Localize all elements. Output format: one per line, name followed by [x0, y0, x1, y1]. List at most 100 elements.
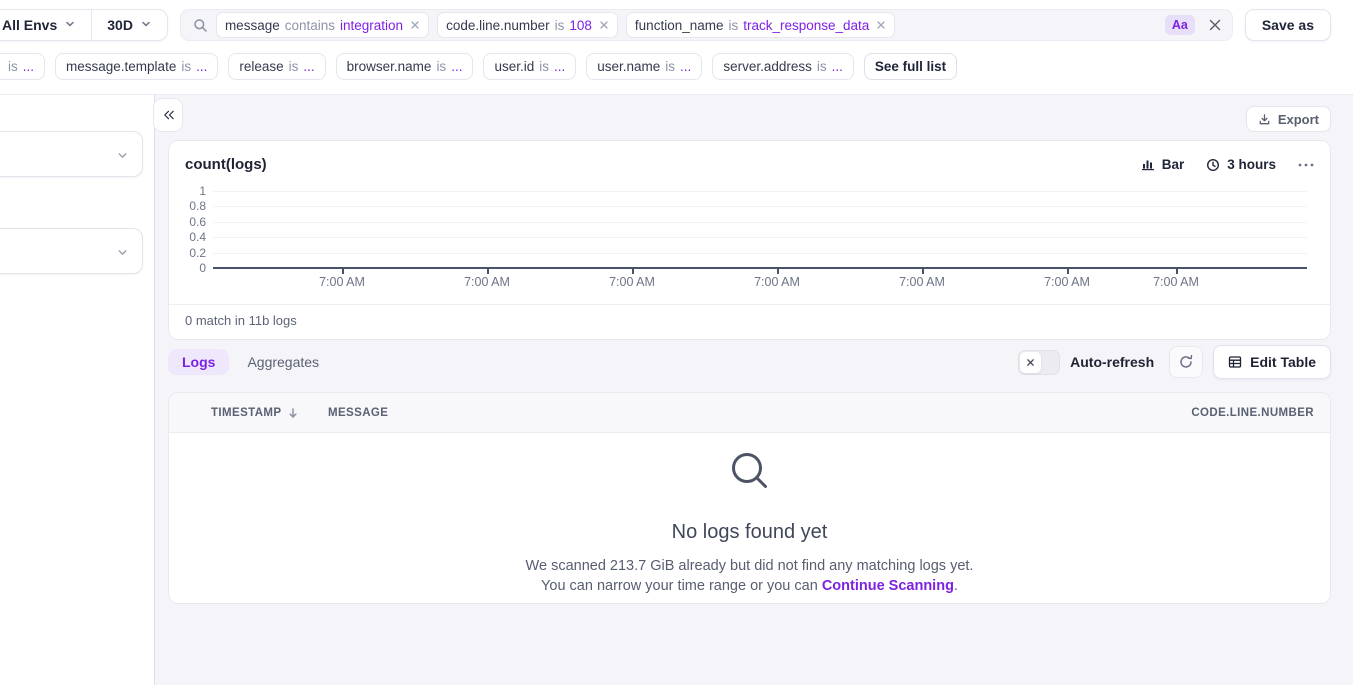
search-chip[interactable]: message contains integration — [216, 12, 429, 38]
tab-aggregates[interactable]: Aggregates — [247, 354, 319, 370]
case-sensitivity-toggle[interactable]: Aa — [1165, 15, 1195, 35]
save-as-label: Save as — [1262, 17, 1314, 33]
filter-row: All Envs 30D message — [0, 9, 1331, 41]
see-full-list-label: See full list — [875, 59, 946, 74]
gridline — [213, 222, 1307, 223]
search-chip[interactable]: code.line.number is 108 — [437, 12, 618, 38]
x-axis-tick — [487, 269, 489, 274]
chip-operator: is — [436, 59, 446, 74]
chevron-down-icon — [116, 246, 129, 264]
clear-search-icon[interactable] — [1208, 18, 1222, 32]
table-controls: Auto-refresh Edit Table — [1018, 345, 1331, 379]
chip-field: server.address — [723, 59, 812, 74]
sort-descending-icon — [287, 407, 299, 420]
collapse-sidebar-button[interactable] — [153, 98, 183, 132]
quick-filter-chip[interactable]: server.address is ... — [712, 53, 854, 80]
column-header-message[interactable]: MESSAGE — [328, 393, 388, 433]
x-axis-tick-label: 7:00 AM — [596, 275, 668, 289]
chevron-down-icon — [64, 17, 76, 33]
chart-footer-divider — [169, 304, 1330, 305]
gridline — [213, 206, 1307, 207]
refresh-button[interactable] — [1169, 346, 1203, 378]
search-chip[interactable]: function_name is track_response_data — [626, 12, 895, 38]
toggle-thumb — [1020, 352, 1041, 373]
left-sidebar — [0, 95, 155, 685]
top-bar: All Envs 30D message — [0, 0, 1353, 95]
gridline — [213, 237, 1307, 238]
see-full-list-button[interactable]: See full list — [864, 53, 957, 80]
chip-value: integration — [340, 18, 403, 33]
empty-state-line2-suffix: . — [954, 578, 958, 594]
chip-field: message.template — [66, 59, 176, 74]
quick-filter-chip[interactable]: browser.name is ... — [336, 53, 474, 80]
x-axis-tick — [922, 269, 924, 274]
search-actions: Aa — [1165, 15, 1222, 35]
x-axis-tick-label: 7:00 AM — [451, 275, 523, 289]
app-window: All Envs 30D message — [0, 0, 1353, 685]
chip-field: function_name — [635, 18, 724, 33]
column-label: MESSAGE — [328, 407, 388, 419]
main-content: Export count(logs) Bar — [155, 95, 1353, 685]
sidebar-select-top[interactable] — [0, 131, 143, 177]
tab-logs[interactable]: Logs — [168, 349, 229, 375]
time-range-selector[interactable]: 30D — [91, 10, 167, 40]
logs-table-card: TIMESTAMP MESSAGE CODE.LINE.NUMBER No lo… — [168, 392, 1331, 604]
column-header-code-line-number[interactable]: CODE.LINE.NUMBER — [1191, 393, 1314, 433]
x-axis-tick — [1067, 269, 1069, 274]
search-icon — [193, 18, 208, 33]
chart-range-selector[interactable]: 3 hours — [1206, 157, 1276, 172]
chip-field: code.line.number — [446, 18, 550, 33]
results-toolbar: Logs Aggregates Auto-refresh — [168, 345, 1331, 379]
x-axis-line — [213, 267, 1307, 269]
quick-filter-chip[interactable]: message.template is ... — [55, 53, 218, 80]
empty-state-line2-prefix: You can narrow your time range or you ca… — [541, 578, 822, 594]
y-axis-tick-label: 0.8 — [172, 199, 206, 213]
bar-chart-icon — [1141, 158, 1155, 171]
quick-filter-chip[interactable]: user.id is ... — [483, 53, 576, 80]
edit-table-label: Edit Table — [1250, 354, 1316, 370]
chip-value: ... — [23, 59, 34, 74]
search-input[interactable]: message contains integration code.line.n… — [180, 9, 1233, 41]
clock-icon — [1206, 158, 1220, 172]
quick-filter-chip[interactable]: user.name is ... — [586, 53, 702, 80]
continue-scanning-link[interactable]: Continue Scanning — [822, 578, 954, 594]
save-as-button[interactable]: Save as — [1245, 9, 1331, 41]
remove-chip-icon[interactable] — [599, 20, 609, 30]
chip-field: release — [239, 59, 283, 74]
chip-operator: is — [8, 59, 18, 74]
chart-card: count(logs) Bar 3 hours — [168, 140, 1331, 340]
column-header-timestamp[interactable]: TIMESTAMP — [211, 393, 299, 433]
auto-refresh-toggle[interactable] — [1018, 350, 1060, 375]
quick-filter-row: is ... message.template is ... release i… — [0, 53, 1331, 80]
magnifier-icon — [728, 449, 772, 493]
chip-field: message — [225, 18, 280, 33]
x-axis-tick-label: 7:00 AM — [886, 275, 958, 289]
export-label: Export — [1278, 112, 1319, 127]
table-header-row: TIMESTAMP MESSAGE CODE.LINE.NUMBER — [169, 393, 1330, 433]
chart-menu-button[interactable] — [1298, 163, 1314, 167]
sidebar-select-bottom[interactable] — [0, 228, 143, 274]
chart-header: count(logs) Bar 3 hours — [169, 141, 1330, 173]
quick-filter-chip[interactable]: is ... — [0, 53, 45, 80]
match-count-text: 0 match in 11b logs — [185, 313, 297, 328]
empty-state-line1: We scanned 213.7 GiB already but did not… — [526, 558, 974, 574]
edit-table-button[interactable]: Edit Table — [1213, 345, 1331, 379]
column-label: TIMESTAMP — [211, 407, 281, 419]
chart-type-label: Bar — [1162, 157, 1185, 172]
refresh-icon — [1178, 354, 1194, 370]
y-axis-tick-label: 0 — [172, 261, 206, 275]
x-axis-tick — [342, 269, 344, 274]
chart-type-selector[interactable]: Bar — [1141, 157, 1185, 172]
export-button[interactable]: Export — [1246, 106, 1331, 132]
toggle-off-icon — [1026, 358, 1035, 367]
column-label: CODE.LINE.NUMBER — [1191, 407, 1314, 419]
env-selector[interactable]: All Envs — [0, 10, 91, 40]
ellipsis-icon — [1298, 163, 1314, 167]
quick-filter-chip[interactable]: release is ... — [228, 53, 325, 80]
chip-operator: is — [289, 59, 299, 74]
empty-state: No logs found yet We scanned 213.7 GiB a… — [169, 433, 1330, 596]
auto-refresh-label: Auto-refresh — [1070, 354, 1154, 370]
remove-chip-icon[interactable] — [876, 20, 886, 30]
chip-value: 108 — [569, 18, 592, 33]
remove-chip-icon[interactable] — [410, 20, 420, 30]
